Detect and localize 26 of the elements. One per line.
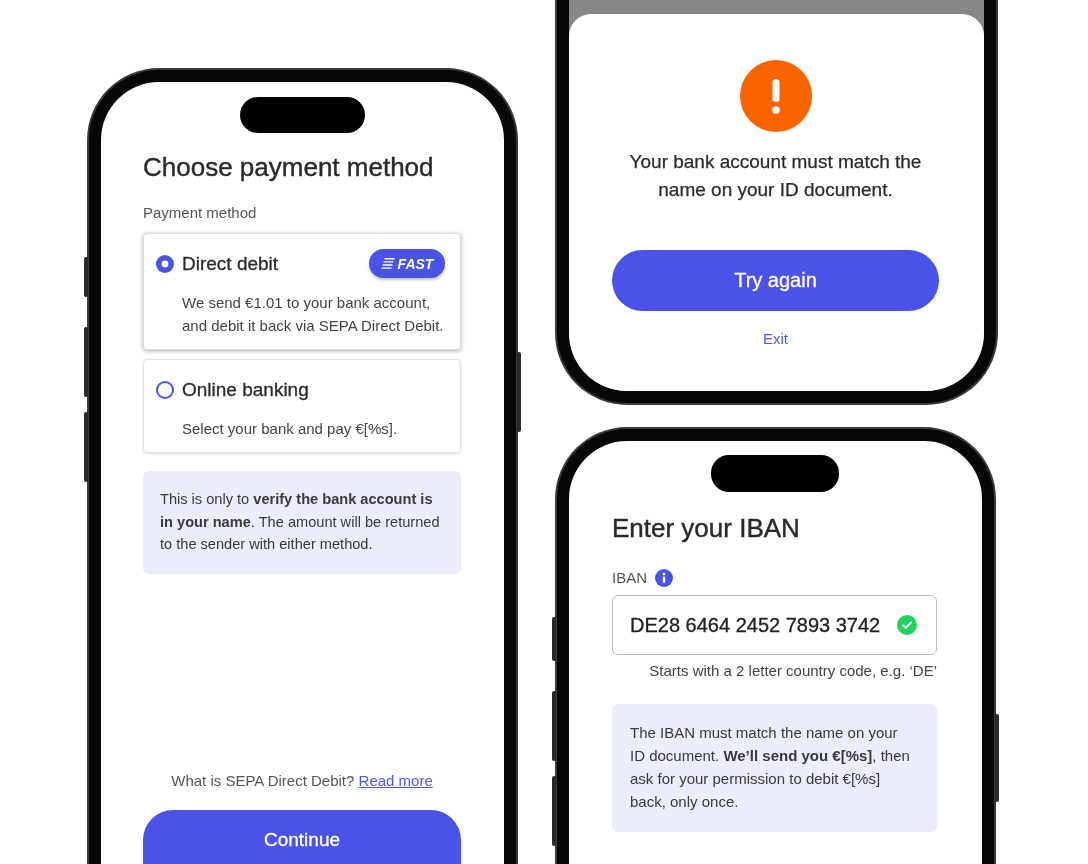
- radio-unselected-icon[interactable]: [156, 380, 174, 399]
- option-description: Select your bank and pay €[%s].: [182, 419, 399, 439]
- field-hint: Starts with a 2 letter country code, e.g. ‘DE’: [648, 661, 937, 681]
- help-text: What is SEPA Direct Debit? Read more: [170, 771, 434, 791]
- iban-input-field[interactable]: DE28 6464 2452 7893 3742: [612, 595, 937, 655]
- screen-title: Choose payment method: [143, 151, 435, 183]
- read-more-link[interactable]: Read more: [358, 772, 433, 789]
- field-label: Payment method: [143, 203, 258, 223]
- field-label: IBAN: [612, 568, 647, 588]
- error-message: Your bank account must match the name on your ID document.: [628, 150, 923, 202]
- radio-selected-icon[interactable]: [156, 254, 174, 273]
- info-icon[interactable]: [655, 569, 673, 587]
- info-notice: This is only to verify the bank account is in your name. The amount will be returned to the sender with either method.: [143, 471, 461, 574]
- continue-button[interactable]: Continue: [143, 810, 461, 864]
- exit-link[interactable]: Exit: [763, 329, 788, 349]
- badge-label: FAST: [397, 255, 434, 272]
- option-title: Online banking: [182, 377, 310, 402]
- speed-lines-icon: [380, 258, 395, 269]
- option-description: We send €1.01 to your bank account, and debit it back via SEPA Direct Debit.: [182, 293, 445, 336]
- option-title: Direct debit: [182, 251, 280, 276]
- info-notice: The IBAN must match the name on your ID document. We’ll send you €[%s], then ask for your permission to debit €[%s] back, only once.: [612, 704, 937, 832]
- payment-option[interactable]: Direct debit FAST We send €1.01 to your bank account, and debit it back via SEPA Direct Debit.: [143, 233, 461, 350]
- payment-option[interactable]: Online banking Select your bank and pay €[%s].: [143, 359, 461, 453]
- try-again-button[interactable]: Try again: [612, 250, 939, 311]
- warning-icon: [739, 60, 812, 132]
- screen-title: Enter your IBAN: [612, 512, 801, 544]
